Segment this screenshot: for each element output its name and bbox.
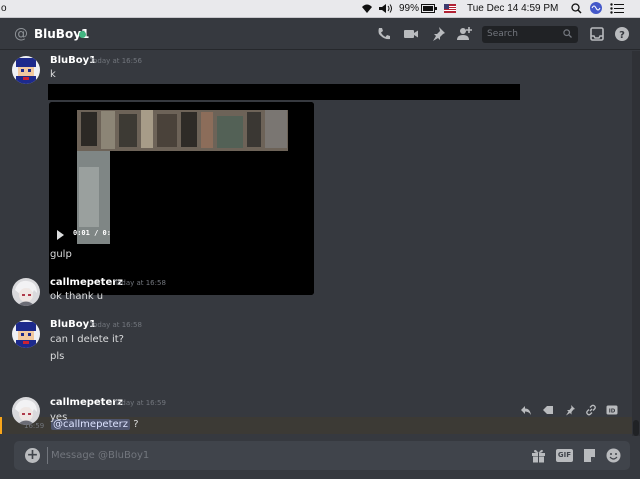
message-timestamp: Today at 16:59 <box>114 399 166 407</box>
message-text: yes <box>50 412 68 423</box>
message-author[interactable]: callmepeterz <box>50 397 123 408</box>
message-text: k <box>50 69 56 80</box>
at-icon: @ <box>14 26 28 42</box>
message-timestamp: Today at 16:58 <box>114 279 166 287</box>
sticker-icon[interactable] <box>582 448 597 463</box>
wifi-icon[interactable] <box>360 3 374 14</box>
avatar[interactable] <box>12 320 40 348</box>
composer-divider <box>47 447 48 464</box>
inbox-icon[interactable] <box>589 26 605 42</box>
upload-plus-icon[interactable]: + <box>25 448 40 463</box>
pin-icon[interactable] <box>564 404 576 416</box>
add-friend-to-dm-icon[interactable] <box>456 26 472 42</box>
message-author[interactable]: callmepeterz <box>50 277 123 288</box>
spotlight-search-icon[interactable] <box>571 3 582 14</box>
online-status-indicator <box>79 31 86 38</box>
siri-icon[interactable] <box>590 2 602 14</box>
message-composer: + GIF <box>14 441 630 470</box>
scrollbar-thumb[interactable] <box>633 420 639 436</box>
video-call-icon[interactable] <box>403 26 419 42</box>
highlighted-message: 16:59 @callmepeterz ? <box>0 417 632 434</box>
copy-id-icon[interactable]: ID <box>606 404 618 416</box>
message-timestamp: Today at 16:58 <box>90 321 142 329</box>
search-placeholder: Search <box>487 29 518 39</box>
gif-button[interactable]: GIF <box>556 449 573 462</box>
message-text: pls <box>50 351 65 362</box>
message-timestamp: Today at 16:56 <box>90 57 142 65</box>
message-list: BluBoy1 Today at 16:56 k 0:01 / 0: gulp … <box>0 51 632 436</box>
message-input[interactable] <box>51 447 351 464</box>
message-text: ok thank u <box>50 291 104 302</box>
help-icon[interactable]: ? <box>614 26 630 42</box>
pinned-messages-icon[interactable] <box>430 26 446 42</box>
video-embed[interactable]: 0:01 / 0: <box>49 102 314 295</box>
video-frame <box>49 102 314 295</box>
gift-icon[interactable] <box>531 448 546 463</box>
link-icon[interactable] <box>585 404 597 416</box>
system-menu-bar: o 99% Tue Dec 14 4:59 PM <box>0 0 640 18</box>
reply-icon[interactable] <box>520 404 532 416</box>
volume-icon[interactable] <box>378 3 394 14</box>
voice-call-icon[interactable] <box>376 26 392 42</box>
redacted-bar <box>48 84 520 100</box>
svg-text:ID: ID <box>609 409 616 415</box>
search-icon <box>563 29 572 41</box>
battery-percent: 99% <box>399 3 420 14</box>
video-time: 0:01 / 0: <box>73 229 111 237</box>
channel-header: @ BluBoy1 Search ? <box>0 18 640 50</box>
emoji-icon[interactable] <box>606 448 621 463</box>
search-input[interactable]: Search <box>482 26 578 43</box>
message-text-rest: ? <box>130 419 139 430</box>
us-flag-icon[interactable] <box>444 4 456 13</box>
message-scrollbar[interactable] <box>632 51 640 436</box>
menu-bar-fragment: o <box>1 3 7 14</box>
avatar[interactable] <box>12 56 40 84</box>
svg-text:?: ? <box>619 30 625 41</box>
battery-icon[interactable] <box>421 4 437 13</box>
avatar[interactable] <box>12 397 40 425</box>
message-text: gulp <box>50 249 72 260</box>
react-icon[interactable] <box>542 404 554 416</box>
notification-center-icon[interactable] <box>610 3 624 14</box>
avatar[interactable] <box>12 278 40 306</box>
message-text: can I delete it? <box>50 334 124 345</box>
clock[interactable]: Tue Dec 14 4:59 PM <box>467 3 558 14</box>
